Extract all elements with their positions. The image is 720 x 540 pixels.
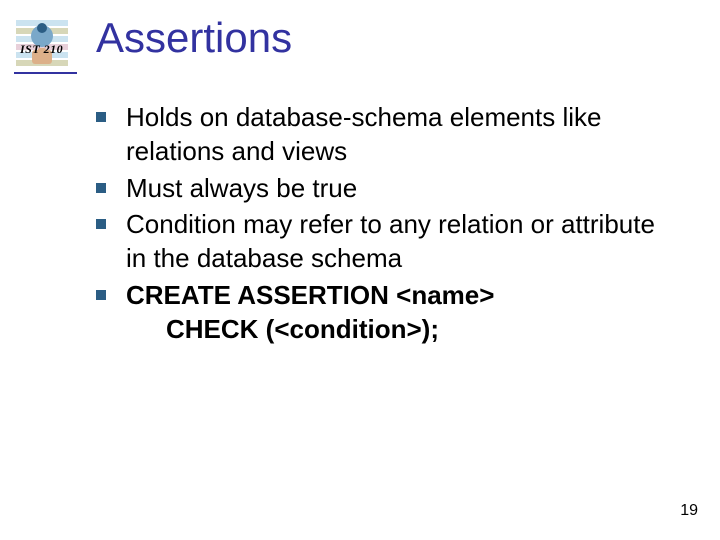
list-item: CREATE ASSERTION <name>CHECK (<condition… (96, 278, 680, 347)
list-item: Holds on database-schema elements like r… (96, 100, 680, 169)
slide-title: Assertions (96, 14, 292, 62)
list-item-text: CREATE ASSERTION <name>CHECK (<condition… (126, 278, 494, 347)
page-number: 19 (680, 502, 698, 520)
list-item-text: Must always be true (126, 171, 357, 205)
square-bullet-icon (96, 290, 106, 300)
list-item: Must always be true (96, 171, 680, 205)
slide: IST 210 Assertions Holds on database-sch… (0, 0, 720, 540)
list-item: Condition may refer to any relation or a… (96, 207, 680, 276)
title-underline (14, 72, 77, 74)
square-bullet-icon (96, 183, 106, 193)
square-bullet-icon (96, 112, 106, 122)
list-item-text: Holds on database-schema elements like r… (126, 100, 680, 169)
square-bullet-icon (96, 219, 106, 229)
slide-body: Holds on database-schema elements like r… (96, 100, 680, 348)
course-label: IST 210 (20, 42, 63, 57)
list-item-text: Condition may refer to any relation or a… (126, 207, 680, 276)
